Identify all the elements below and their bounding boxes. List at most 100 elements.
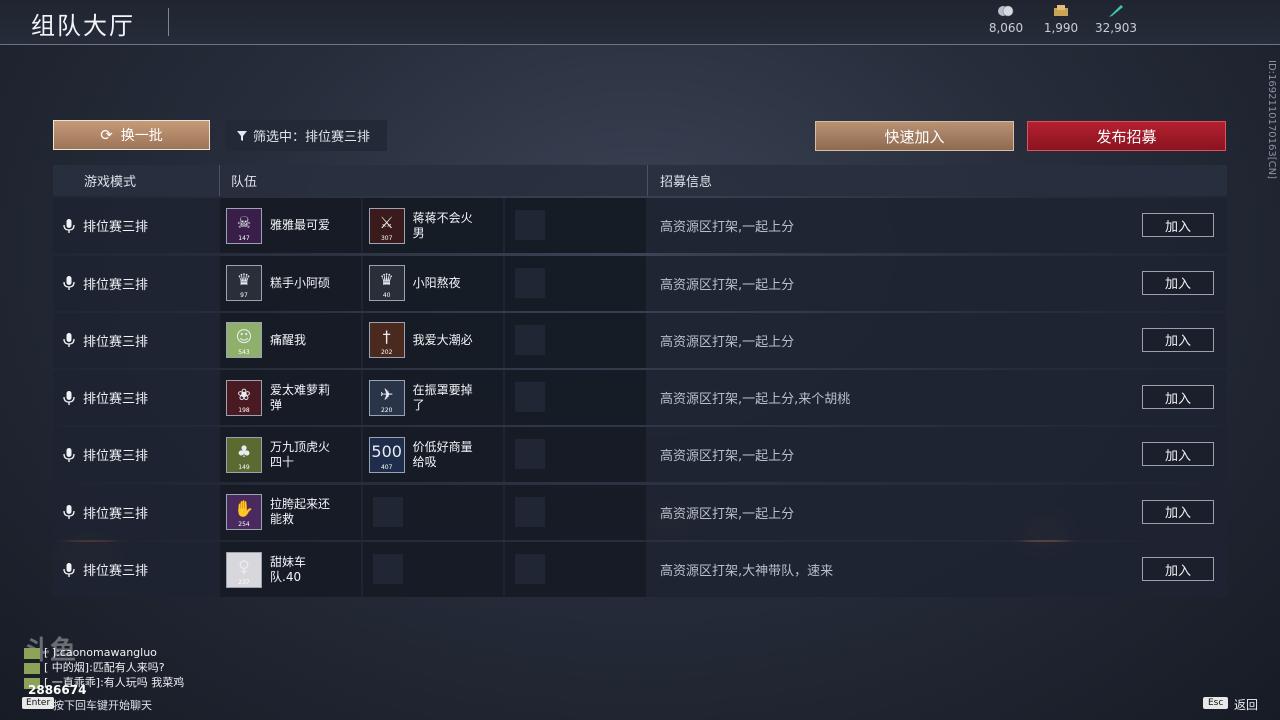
table-row: 排位赛三排 ☠ 147 雅雅最可爱 ⚔ 307 蒋蒋不会火男 高资源区打架,一起… [53, 198, 1227, 254]
back-button[interactable]: 返回 [1234, 696, 1258, 713]
recruit-text: 高资源区打架,大神带队，速来 [660, 564, 834, 580]
column-header-info: 招募信息 [660, 175, 713, 190]
column-header-mode: 游戏模式 [53, 165, 220, 196]
feather-icon [1091, 4, 1141, 20]
level-badge: 220 [380, 406, 393, 414]
player-name: 糕手小阿硕 [270, 275, 331, 290]
chat-line: [ ]:caonomawangluo [24, 645, 184, 660]
team-member-slot[interactable]: ♣ 149 万九顶虎火四十 [220, 427, 361, 483]
player-name: 爱太难萝莉弹 [270, 382, 331, 412]
mode-cell: 排位赛三排 [53, 370, 220, 425]
level-badge: 202 [380, 349, 393, 357]
mode-label: 排位赛三排 [83, 449, 149, 465]
team-member-slot[interactable]: ♛ 40 小阳熬夜 [362, 255, 504, 311]
refresh-button[interactable]: ⟳ 换一批 [53, 120, 210, 150]
avatar: ☠ 147 [226, 207, 262, 244]
mode-cell: 排位赛三排 [53, 313, 220, 368]
quick-join-label: 快速加入 [884, 127, 945, 146]
level-badge: 40 [382, 292, 391, 300]
recruit-text: 高资源区打架,一起上分 [660, 220, 795, 236]
empty-slot [362, 484, 504, 540]
microphone-icon [63, 276, 75, 291]
level-badge: 307 [380, 234, 393, 242]
badge-icon [24, 662, 40, 674]
player-name: 我爱大潮必 [412, 332, 473, 347]
level-badge: 543 [238, 349, 250, 357]
avatar: ♣ 149 [226, 436, 262, 473]
currency-feather-value: 32,903 [1095, 21, 1137, 35]
recruit-info: 高资源区打架,一起上分 加入 [648, 198, 1227, 253]
filter-icon [237, 130, 247, 141]
filter-button[interactable]: 筛选中：排位赛三排 [225, 120, 387, 151]
table-row: 排位赛三排 ♣ 149 万九顶虎火四十 500 407 价低好商量给吸 高资源区… [53, 427, 1227, 483]
mode-label: 排位赛三排 [83, 564, 149, 580]
avatar: ♛ 40 [368, 265, 405, 302]
empty-slot [505, 427, 647, 483]
post-recruit-button[interactable]: 发布招募 [1027, 121, 1226, 151]
currency-feather: 32,903 [1091, 4, 1141, 35]
team-member-slot[interactable]: 500 407 价低好商量给吸 [362, 427, 504, 483]
join-button[interactable]: 加入 [1142, 213, 1214, 238]
empty-slot [505, 255, 647, 311]
mode-label: 排位赛三排 [83, 220, 149, 236]
empty-slot [505, 542, 647, 598]
team-member-slot[interactable]: † 202 我爱大潮必 [362, 312, 504, 368]
chat-hint: 按下回车键开始聊天 [53, 699, 152, 712]
recruit-text: 高资源区打架,一起上分 [660, 449, 795, 465]
mode-cell: 排位赛三排 [53, 427, 220, 482]
recruit-info: 高资源区打架,一起上分 加入 [648, 427, 1227, 482]
avatar: ♀ 237 [226, 551, 262, 588]
player-name: 在振罩要掉了 [412, 382, 473, 412]
team-member-slot[interactable]: ☠ 147 雅雅最可爱 [220, 198, 361, 254]
gold-bar-icon [1036, 4, 1086, 20]
team-member-slot[interactable]: ✋ 254 拉胯起来还能救 [220, 484, 361, 540]
level-badge: 147 [238, 234, 250, 242]
recruit-info: 高资源区打架,一起上分,来个胡桃 加入 [648, 370, 1227, 425]
player-id: ID:1692110170163[CN] [1266, 60, 1277, 179]
microphone-icon [63, 505, 75, 520]
avatar: 500 407 [368, 436, 405, 473]
team-member-slot[interactable]: ⚔ 307 蒋蒋不会火男 [362, 198, 504, 254]
microphone-icon [63, 390, 75, 405]
avatar: ♛ 97 [226, 265, 262, 302]
team-member-slot[interactable]: ❀ 198 爱太难萝莉弹 [220, 370, 361, 426]
join-button[interactable]: 加入 [1142, 499, 1214, 524]
filter-label: 筛选中：排位赛三排 [253, 130, 371, 145]
microphone-icon [63, 562, 75, 577]
team-member-slot[interactable]: ♛ 97 糕手小阿硕 [220, 255, 361, 311]
mode-cell: 排位赛三排 [53, 256, 220, 311]
top-bar-divider [0, 44, 1280, 45]
team-member-slot[interactable]: ♀ 237 甜妹车队.40 [220, 542, 361, 598]
recruit-info: 高资源区打架,一起上分 加入 [648, 256, 1227, 311]
player-name: 蒋蒋不会火男 [412, 210, 473, 240]
team-slots: ♣ 149 万九顶虎火四十 500 407 价低好商量给吸 [220, 427, 648, 483]
player-name: 价低好商量给吸 [412, 439, 473, 469]
avatar: ❀ 198 [226, 379, 262, 416]
chat-line: [ 中的烟]:匹配有人来吗? [24, 660, 184, 675]
join-button[interactable]: 加入 [1142, 327, 1214, 352]
enter-key[interactable]: Enter [22, 697, 55, 709]
join-button[interactable]: 加入 [1142, 270, 1214, 295]
team-slots: ♛ 97 糕手小阿硕 ♛ 40 小阳熬夜 [220, 255, 648, 311]
avatar: ☺ 543 [226, 322, 262, 359]
quick-join-button[interactable]: 快速加入 [815, 121, 1014, 151]
recruit-info: 高资源区打架,一起上分 加入 [648, 313, 1227, 368]
post-recruit-label: 发布招募 [1096, 127, 1157, 146]
currency-gold: 1,990 [1036, 4, 1086, 35]
table-row: 排位赛三排 ♛ 97 糕手小阿硕 ♛ 40 小阳熬夜 高资源区打架,一起上分 加… [53, 255, 1227, 311]
empty-slot [505, 370, 647, 426]
table-row: 排位赛三排 ❀ 198 爱太难萝莉弹 ✈ 220 在振罩要掉了 高资源区打架,一… [53, 370, 1227, 426]
page-title: 组队大厅 [31, 12, 135, 40]
join-button[interactable]: 加入 [1142, 557, 1214, 582]
avatar: ⚔ 307 [368, 207, 405, 244]
join-button[interactable]: 加入 [1142, 442, 1214, 467]
team-member-slot[interactable]: ☺ 543 痛醒我 [220, 312, 361, 368]
avatar: † 202 [368, 322, 405, 359]
table-body: 排位赛三排 ☠ 147 雅雅最可爱 ⚔ 307 蒋蒋不会火男 高资源区打架,一起… [53, 198, 1227, 598]
team-member-slot[interactable]: ✈ 220 在振罩要掉了 [362, 370, 504, 426]
team-slots: ❀ 198 爱太难萝莉弹 ✈ 220 在振罩要掉了 [220, 370, 648, 426]
esc-key[interactable]: Esc [1203, 697, 1229, 709]
join-button[interactable]: 加入 [1142, 385, 1214, 410]
team-slots: ✋ 254 拉胯起来还能救 [220, 484, 648, 540]
level-badge: 149 [238, 463, 250, 471]
